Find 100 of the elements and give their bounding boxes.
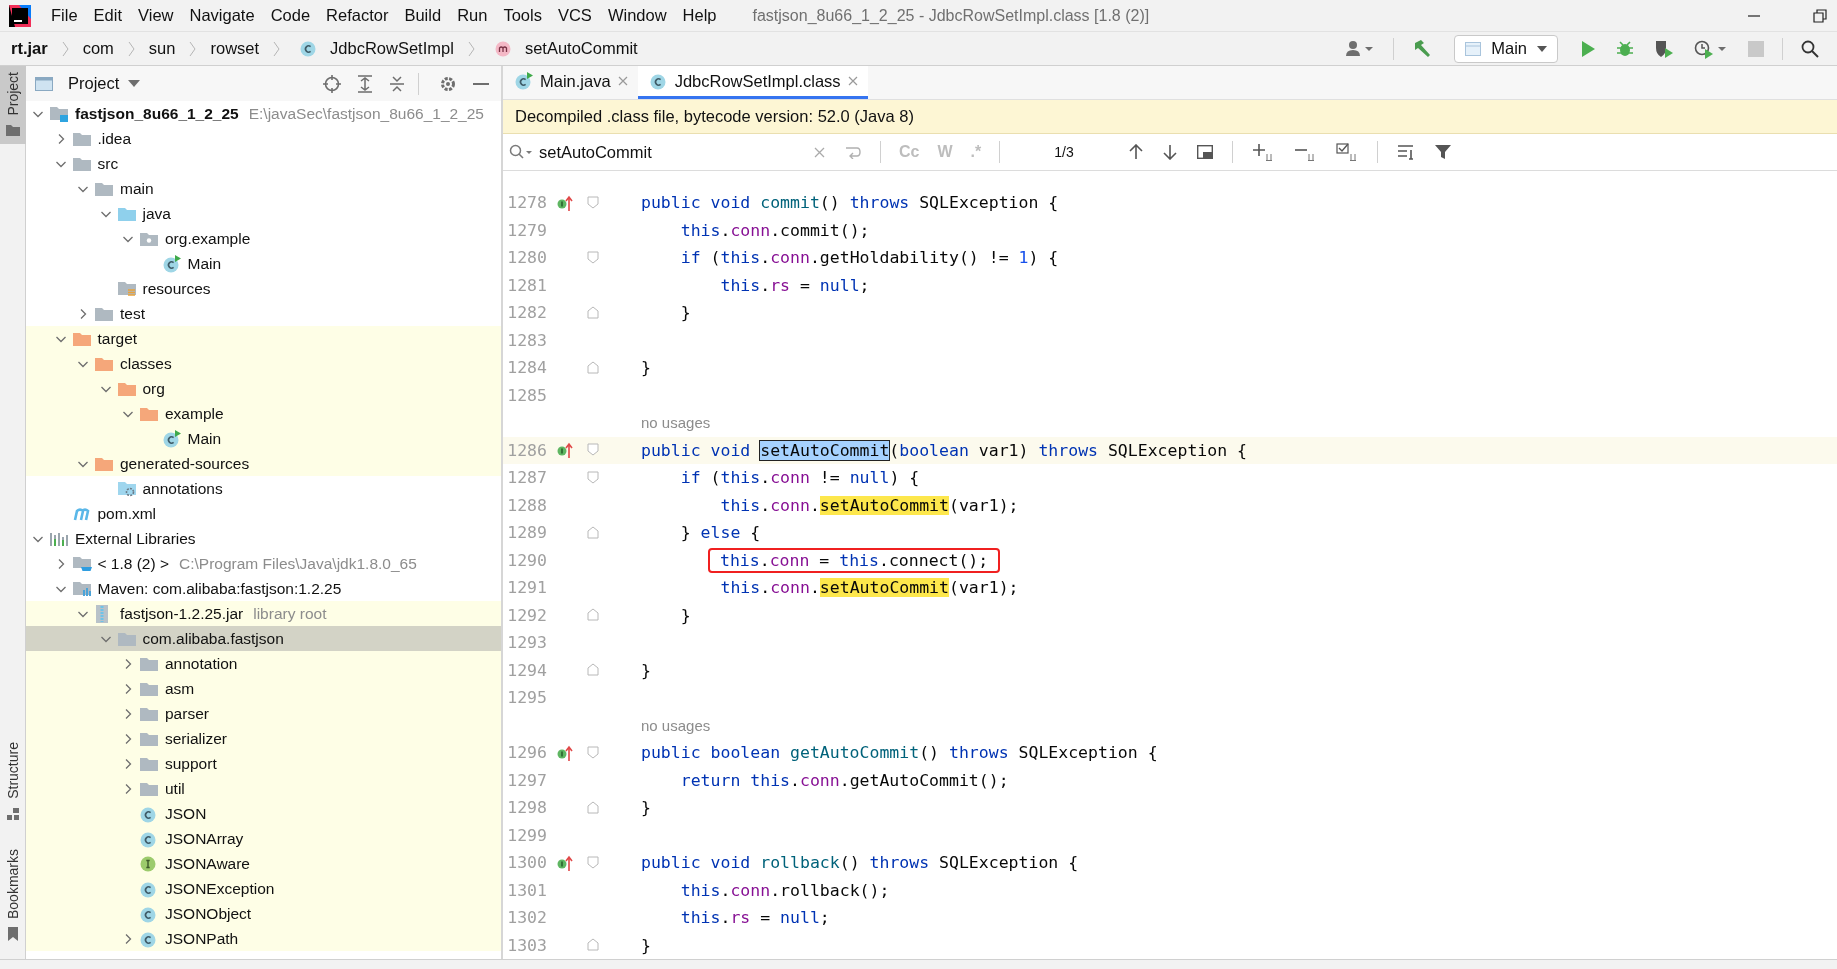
select-all-icon[interactable]: [1335, 143, 1358, 161]
fold-end-marker-icon[interactable]: [587, 360, 599, 374]
fold-end-marker-icon[interactable]: [587, 663, 599, 677]
tree-item[interactable]: annotations: [142, 479, 223, 498]
tree-item[interactable]: .idea: [97, 129, 132, 148]
tree-item[interactable]: Main: [187, 254, 222, 273]
breadcrumb[interactable]: com: [82, 39, 114, 58]
arrow-up-icon[interactable]: [1128, 144, 1143, 160]
fold-marker-icon[interactable]: [587, 250, 599, 264]
tree-item[interactable]: resources: [142, 279, 211, 298]
tree-item[interactable]: fastjson-1.2.25.jar: [120, 604, 244, 623]
fold-end-marker-icon[interactable]: [587, 525, 599, 539]
tool-window-tab[interactable]: Structure: [0, 736, 26, 829]
menu-item[interactable]: Help: [682, 6, 717, 25]
tree-item[interactable]: JSONObject: [165, 904, 252, 923]
breadcrumb[interactable]: sun: [148, 39, 176, 58]
close-icon[interactable]: [847, 76, 858, 86]
tree-item[interactable]: target: [97, 329, 138, 348]
tree-item[interactable]: org: [142, 379, 165, 398]
tree-item[interactable]: src: [97, 154, 119, 173]
caret-icon[interactable]: [128, 80, 141, 87]
menu-item[interactable]: View: [138, 6, 174, 25]
override-marker-icon[interactable]: [557, 854, 573, 871]
inlay-hint[interactable]: no usages: [641, 414, 711, 432]
fold-end-marker-icon[interactable]: [587, 800, 599, 814]
clock-run-icon[interactable]: [1694, 38, 1728, 59]
tool-window-tab[interactable]: Project: [0, 66, 26, 144]
inlay-hint[interactable]: no usages: [641, 716, 711, 734]
tree-item[interactable]: classes: [120, 354, 172, 373]
override-marker-icon[interactable]: [557, 194, 573, 211]
tree-item[interactable]: pom.xml: [97, 504, 157, 523]
wrap-arrow-icon[interactable]: [845, 145, 861, 159]
tree-item[interactable]: annotation: [165, 654, 238, 673]
breadcrumb[interactable]: rowset: [210, 39, 260, 58]
arrow-down-icon[interactable]: [1162, 144, 1177, 160]
clear-icon[interactable]: [814, 146, 825, 158]
breadcrumb[interactable]: setAutoCommit: [524, 39, 638, 58]
add-selection-icon[interactable]: [1251, 143, 1274, 161]
tree-item[interactable]: JSONPath: [165, 929, 239, 948]
tree-item[interactable]: fastjson_8u66_1_2_25: [75, 104, 239, 123]
menu-item[interactable]: Window: [607, 6, 667, 25]
tree-item[interactable]: < 1.8 (2) >: [97, 554, 169, 573]
tree-item[interactable]: Maven: com.alibaba:fastjson:1.2.25: [97, 579, 342, 598]
menu-item[interactable]: Navigate: [189, 6, 255, 25]
menu-item[interactable]: Code: [270, 6, 311, 25]
user-icon[interactable]: [1345, 39, 1376, 58]
filter-icon[interactable]: [1434, 144, 1451, 160]
fold-marker-icon[interactable]: [587, 745, 599, 759]
tree-item[interactable]: org.example: [165, 229, 251, 248]
breadcrumb[interactable]: JdbcRowSetImpl: [330, 39, 454, 58]
fold-marker-icon[interactable]: [587, 443, 599, 457]
breadcrumb[interactable]: rt.jar: [11, 39, 48, 58]
window-icon[interactable]: [1196, 145, 1213, 159]
search-icon[interactable]: [1801, 39, 1819, 58]
bug-icon[interactable]: [1616, 39, 1634, 58]
tree-item[interactable]: java: [142, 204, 171, 223]
fold-marker-icon[interactable]: [587, 855, 599, 869]
tree-item[interactable]: JSONArray: [165, 829, 244, 848]
menu-item[interactable]: Run: [457, 6, 488, 25]
collapse-all-icon[interactable]: [389, 74, 405, 93]
menu-item[interactable]: Tools: [503, 6, 542, 25]
menu-item[interactable]: Edit: [93, 6, 123, 25]
run-config-dropdown[interactable]: Main: [1454, 34, 1558, 63]
editor-tab[interactable]: JdbcRowSetImpl.class: [637, 66, 868, 99]
crosshair-icon[interactable]: [323, 74, 341, 93]
hammer-icon[interactable]: [1412, 38, 1433, 59]
settings-icon[interactable]: [439, 74, 457, 93]
panel-title[interactable]: Project: [68, 74, 120, 93]
editor-tab[interactable]: Main.java: [503, 66, 638, 99]
fold-marker-icon[interactable]: [587, 195, 599, 209]
tree-item[interactable]: JSONException: [165, 879, 275, 898]
override-marker-icon[interactable]: [557, 744, 573, 761]
tree-item[interactable]: test: [120, 304, 145, 323]
minimize-icon[interactable]: [473, 81, 489, 86]
tool-window-tab[interactable]: Bookmarks: [0, 842, 26, 949]
fold-marker-icon[interactable]: [587, 470, 599, 484]
tree-item[interactable]: asm: [165, 679, 195, 698]
tree-item[interactable]: JSONAware: [165, 854, 250, 873]
fold-end-marker-icon[interactable]: [587, 608, 599, 622]
menu-item[interactable]: File: [51, 6, 78, 25]
close-icon[interactable]: [617, 76, 628, 86]
expand-all-icon[interactable]: [357, 74, 373, 93]
tree-item[interactable]: parser: [165, 704, 209, 723]
fold-end-marker-icon[interactable]: [587, 305, 599, 319]
tree-item[interactable]: example: [165, 404, 224, 423]
fold-end-marker-icon[interactable]: [587, 938, 599, 952]
tree-item[interactable]: External Libraries: [75, 529, 196, 548]
menu-item[interactable]: VCS: [557, 6, 592, 25]
override-marker-icon[interactable]: [557, 442, 573, 459]
tree-item[interactable]: support: [165, 754, 217, 773]
tree-item[interactable]: serializer: [165, 729, 227, 748]
menu-item[interactable]: Refactor: [326, 6, 389, 25]
search-field[interactable]: setAutoCommit: [539, 142, 789, 162]
shield-run-icon[interactable]: [1654, 38, 1674, 59]
tree-item[interactable]: main: [120, 179, 154, 198]
menu-item[interactable]: Build: [404, 6, 442, 25]
tree-item[interactable]: Main: [187, 429, 222, 448]
restore-icon[interactable]: [1813, 8, 1827, 23]
lines-icon[interactable]: [1396, 144, 1415, 160]
tree-item[interactable]: JSON: [165, 804, 207, 823]
